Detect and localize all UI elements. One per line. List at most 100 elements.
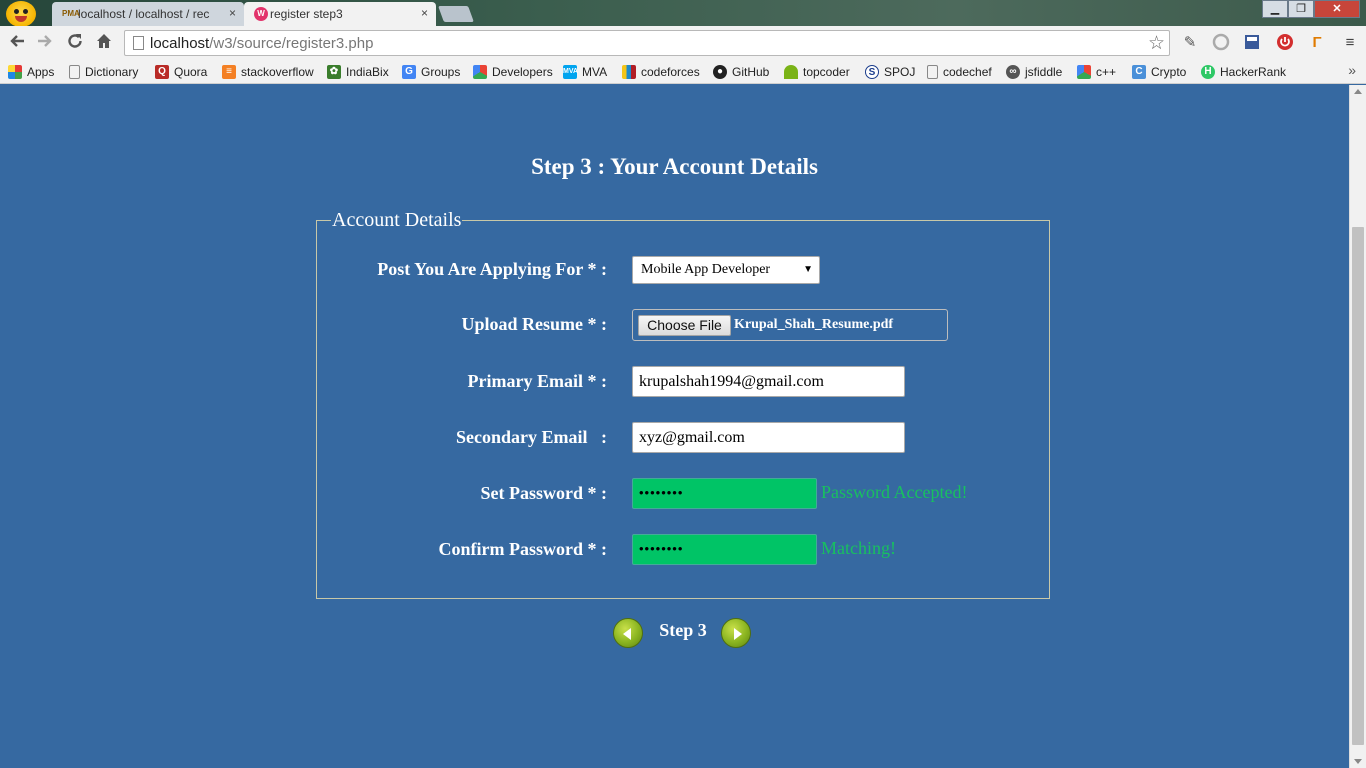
tools-extension-icon[interactable]: Γ [1307, 33, 1327, 53]
minimize-button[interactable]: ▁ [1262, 0, 1288, 18]
tab-label: localhost / localhost / rec [78, 7, 210, 21]
secondary-email-field[interactable]: xyz@gmail.com [632, 422, 905, 453]
scroll-up-icon[interactable] [1354, 89, 1362, 94]
github-icon: ● [713, 65, 727, 79]
scroll-down-icon[interactable] [1354, 759, 1362, 764]
password-status: Password Accepted! [821, 482, 968, 502]
dropdown-arrow-icon: ▼ [803, 264, 813, 275]
menu-icon[interactable]: ≡ [1340, 33, 1360, 53]
bookmark-label: Groups [421, 65, 461, 79]
spoj-icon: S [865, 65, 879, 79]
window-controls: ▁ ❐ ✕ [1262, 0, 1360, 18]
bookmark-label: stackoverflow [241, 65, 314, 79]
bookmark-stackoverflow[interactable]: ≡ stackoverflow [222, 63, 314, 81]
resume-label: Upload Resume * : [461, 314, 607, 334]
developers-icon [473, 65, 487, 79]
jsfiddle-icon: ∞ [1006, 65, 1020, 79]
indiabix-icon: ✿ [327, 65, 341, 79]
tab-phpmyadmin[interactable]: PMA localhost / localhost / rec × [52, 2, 244, 26]
post-select[interactable]: Mobile App Developer ▼ [632, 256, 820, 284]
previous-step-button[interactable] [613, 618, 643, 648]
bookmark-quora[interactable]: Q Quora [155, 63, 207, 81]
scrollbar-thumb[interactable] [1352, 227, 1364, 745]
page-icon [133, 36, 144, 50]
step-indicator: Step 3 [659, 620, 707, 640]
bookmark-label: Dictionary [85, 65, 139, 79]
bookmark-mva[interactable]: MVA MVA [563, 63, 607, 81]
hackerrank-icon: H [1201, 65, 1215, 79]
bookmark-developers[interactable]: Developers [473, 63, 553, 81]
bookmark-label: jsfiddle [1025, 65, 1063, 79]
reload-button[interactable] [64, 32, 86, 54]
back-button[interactable] [6, 32, 28, 54]
bookmark-label: codeforces [641, 65, 700, 79]
close-window-button[interactable]: ✕ [1314, 0, 1360, 18]
tab-close-icon[interactable]: × [421, 6, 428, 20]
bookmark-spoj[interactable]: S SPOJ [865, 63, 915, 81]
wamp-icon: W [254, 7, 268, 21]
home-button[interactable] [93, 32, 115, 54]
bookmark-codechef[interactable]: codechef [927, 63, 992, 81]
fieldset-legend: Account Details [332, 209, 462, 231]
bookmark-cpp[interactable]: c++ [1077, 63, 1116, 81]
apps-grid-icon [8, 65, 22, 79]
profile-avatar-icon[interactable] [6, 1, 36, 27]
new-tab-button[interactable] [438, 6, 474, 22]
bookmark-hackerrank[interactable]: H HackerRank [1201, 63, 1286, 81]
eyedropper-icon[interactable]: ✎ [1180, 33, 1200, 53]
bookmark-dictionary[interactable]: Dictionary [69, 63, 138, 81]
bookmark-jsfiddle[interactable]: ∞ jsfiddle [1006, 63, 1062, 81]
bookmark-label: topcoder [803, 65, 850, 79]
quora-icon: Q [155, 65, 169, 79]
bookmark-label: SPOJ [884, 65, 916, 79]
groups-icon: G [402, 65, 416, 79]
back-arrow-icon [10, 35, 24, 47]
bookmarks-overflow-icon[interactable]: » [1348, 62, 1356, 78]
resume-file-name: Krupal_Shah_Resume.pdf [734, 317, 894, 332]
window-extension-icon[interactable] [1242, 33, 1262, 53]
secondary-email-label: Secondary Email : [456, 427, 607, 447]
developers-icon [1077, 65, 1091, 79]
bookmark-topcoder[interactable]: topcoder [784, 63, 850, 81]
mva-icon: MVA [563, 65, 578, 79]
reload-icon [68, 34, 82, 48]
tab-close-icon[interactable]: × [229, 6, 236, 20]
primary-email-field[interactable]: krupalshah1994@gmail.com [632, 366, 905, 397]
bookmark-apps[interactable]: Apps [8, 63, 54, 81]
choose-file-button[interactable]: Choose File [638, 315, 731, 336]
primary-email-label: Primary Email * : [467, 371, 607, 391]
forward-button[interactable] [34, 32, 56, 54]
confirm-password-field[interactable]: •••••••• [632, 534, 817, 565]
bookmark-label: MVA [582, 65, 608, 79]
extension-circle-icon[interactable] [1211, 33, 1231, 53]
codeforces-icon [622, 65, 636, 79]
bookmark-indiabix[interactable]: ✿ IndiaBix [327, 63, 389, 81]
url-text: localhost/w3/source/register3.php [150, 35, 373, 52]
bookmark-groups[interactable]: G Groups [402, 63, 460, 81]
bookmark-crypto[interactable]: C Crypto [1132, 63, 1186, 81]
bookmark-label: Crypto [1151, 65, 1187, 79]
password-field[interactable]: •••••••• [632, 478, 817, 509]
bookmarks-bar: Apps Dictionary Q Quora ≡ stackoverflow ✿ I… [0, 60, 1366, 84]
power-extension-icon[interactable] [1275, 33, 1295, 53]
resume-file-input[interactable]: Choose File Krupal_Shah_Resume.pdf [632, 309, 948, 341]
bookmark-label: c++ [1096, 65, 1117, 79]
maximize-button[interactable]: ❐ [1288, 0, 1314, 18]
page-title: Step 3 : Your Account Details [531, 154, 818, 179]
bookmark-codeforces[interactable]: codeforces [622, 63, 700, 81]
tab-register-step3[interactable]: W register step3 × [244, 2, 436, 26]
bookmark-star-icon[interactable]: ☆ [1148, 32, 1165, 55]
crypto-icon: C [1132, 65, 1146, 79]
tab-strip: PMA localhost / localhost / rec × W regi… [0, 0, 1366, 27]
bookmark-github[interactable]: ● GitHub [713, 63, 769, 81]
page-scrollbar[interactable] [1349, 85, 1366, 768]
next-step-button[interactable] [721, 618, 751, 648]
page-icon [927, 65, 938, 79]
phpmyadmin-icon: PMA [62, 9, 80, 18]
password-label: Set Password * : [480, 483, 608, 503]
bookmark-label: Apps [27, 65, 55, 79]
topcoder-icon [784, 65, 798, 79]
address-bar[interactable]: localhost/w3/source/register3.php ☆ [124, 30, 1170, 56]
bookmark-label: Developers [492, 65, 553, 79]
bookmark-label: HackerRank [1220, 65, 1287, 79]
